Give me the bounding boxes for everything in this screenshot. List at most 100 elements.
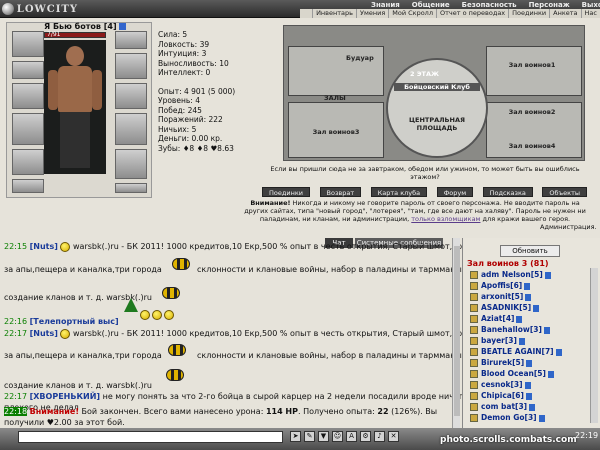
submenu-inventory[interactable]: Инвентарь bbox=[312, 9, 356, 18]
map-hall4[interactable]: Зал воинов4 bbox=[484, 142, 580, 150]
info-icon[interactable] bbox=[524, 282, 531, 290]
menu-knowledge[interactable]: Знания bbox=[365, 1, 406, 9]
return-button[interactable]: Возврат bbox=[319, 187, 362, 197]
menu-social[interactable]: Общение bbox=[406, 1, 456, 9]
message-nick[interactable]: [Телепортный выс] bbox=[30, 317, 119, 326]
player-item[interactable]: adm Nelson[5] bbox=[470, 270, 551, 279]
player-item[interactable]: Banehallow[3] bbox=[470, 325, 550, 334]
player-name[interactable]: BEATLE AGAIN[7] bbox=[481, 347, 554, 356]
info-icon[interactable] bbox=[529, 403, 536, 411]
player-item[interactable]: Blood Ocean[5] bbox=[470, 369, 554, 378]
info-icon[interactable] bbox=[538, 414, 545, 422]
player-name[interactable]: cesnok[3] bbox=[481, 380, 523, 389]
player-name[interactable]: Birurek[5] bbox=[481, 358, 524, 367]
armor-slot[interactable] bbox=[12, 149, 44, 175]
player-name[interactable]: ASADNIK[5] bbox=[481, 303, 531, 312]
player-name[interactable]: Blood Ocean[5] bbox=[481, 369, 546, 378]
submenu-scroll[interactable]: Мой Скролл bbox=[388, 9, 436, 18]
submenu-skills[interactable]: Умения bbox=[355, 9, 388, 18]
map-buduar[interactable]: Будуар bbox=[346, 54, 374, 62]
player-item[interactable]: Apoffis[6] bbox=[470, 281, 531, 290]
scrollbar-thumb[interactable] bbox=[454, 246, 460, 416]
info-icon[interactable] bbox=[526, 359, 533, 367]
chat-scrollbar[interactable] bbox=[452, 238, 460, 428]
info-icon[interactable] bbox=[516, 315, 523, 323]
helmet-slot[interactable] bbox=[12, 31, 44, 57]
message-time[interactable]: 22:15 bbox=[4, 242, 27, 251]
menu-exit[interactable]: Выход bbox=[576, 1, 600, 9]
player-item[interactable]: Birurek[5] bbox=[470, 358, 533, 367]
earring-slot[interactable] bbox=[12, 61, 44, 79]
pants-slot[interactable] bbox=[115, 149, 147, 179]
player-item[interactable]: bayer[3] bbox=[470, 336, 525, 345]
info-icon[interactable] bbox=[533, 304, 540, 312]
info-icon[interactable] bbox=[547, 370, 554, 378]
info-icon[interactable] bbox=[525, 293, 532, 301]
player-item[interactable]: arxonit[5] bbox=[470, 292, 532, 301]
player-name[interactable]: Aziat[4] bbox=[481, 314, 514, 323]
map-hall1[interactable]: Зал воинов1 bbox=[484, 61, 580, 69]
hackers-link[interactable]: только взломщикам bbox=[411, 215, 480, 223]
exit-icon[interactable]: ✕ bbox=[388, 431, 399, 442]
forum-button[interactable]: Форум bbox=[436, 187, 474, 197]
player-item[interactable]: Aziat[4] bbox=[470, 314, 523, 323]
offhand-slot[interactable] bbox=[115, 113, 147, 145]
weapon-slot[interactable] bbox=[12, 113, 44, 145]
translit-icon[interactable]: А bbox=[346, 431, 357, 442]
belt-slot[interactable] bbox=[12, 179, 44, 193]
chat-input[interactable] bbox=[18, 431, 283, 443]
smiles-icon[interactable]: ☺ bbox=[332, 431, 343, 442]
hint-button[interactable]: Подсказка bbox=[482, 187, 533, 197]
player-item[interactable]: ASADNIK[5] bbox=[470, 303, 540, 312]
map-hall3[interactable]: Зал воинов3 bbox=[288, 128, 384, 136]
player-item[interactable]: cesnok[3] bbox=[470, 380, 531, 389]
player-item[interactable]: com bat[3] bbox=[470, 402, 536, 411]
filter-icon[interactable]: ▼ bbox=[318, 431, 329, 442]
info-icon[interactable] bbox=[543, 326, 550, 334]
message-time[interactable]: 22:17 bbox=[4, 329, 27, 338]
gloves-slot[interactable] bbox=[115, 31, 147, 49]
message-time[interactable]: 22:16 bbox=[4, 317, 27, 326]
message-nick[interactable]: [Nuts] bbox=[30, 329, 58, 338]
player-name[interactable]: adm Nelson[5] bbox=[481, 270, 543, 279]
settings-icon[interactable]: ⚙ bbox=[360, 431, 371, 442]
map-hall2[interactable]: Зал воинов2 bbox=[484, 108, 580, 116]
menu-security[interactable]: Безопасность bbox=[456, 1, 523, 9]
player-name[interactable]: com bat[3] bbox=[481, 402, 527, 411]
info-icon[interactable] bbox=[518, 337, 525, 345]
submenu-duels[interactable]: Поединки bbox=[508, 9, 549, 18]
player-item[interactable]: Chipica[6] bbox=[470, 391, 532, 400]
player-name[interactable]: Banehallow[3] bbox=[481, 325, 542, 334]
message-time[interactable]: 22:17 bbox=[4, 392, 27, 401]
player-name[interactable]: bayer[3] bbox=[481, 336, 517, 345]
character-name[interactable]: Я Бью ботов [4] bbox=[44, 22, 127, 31]
info-icon[interactable] bbox=[524, 381, 531, 389]
player-name[interactable]: Demon Go[3] bbox=[481, 413, 537, 422]
bracer-slot[interactable] bbox=[115, 53, 147, 79]
player-name[interactable]: Apoffis[6] bbox=[481, 281, 522, 290]
duels-button[interactable]: Поединки bbox=[262, 187, 310, 197]
sound-icon[interactable]: ♪ bbox=[374, 431, 385, 442]
player-item[interactable]: BEATLE AGAIN[7] bbox=[470, 347, 562, 356]
info-icon[interactable] bbox=[119, 23, 127, 30]
submenu-transfers[interactable]: Отчет о переводах bbox=[436, 9, 508, 18]
objects-button[interactable]: Объекты bbox=[542, 187, 587, 197]
necklace-slot[interactable] bbox=[12, 83, 44, 109]
boots-slot[interactable] bbox=[115, 183, 147, 193]
send-icon[interactable]: ➤ bbox=[290, 431, 301, 442]
player-name[interactable]: arxonit[5] bbox=[481, 292, 523, 301]
player-name[interactable]: Chipica[6] bbox=[481, 391, 524, 400]
room-scrollbar[interactable] bbox=[590, 268, 598, 423]
info-icon[interactable] bbox=[544, 271, 551, 279]
refresh-button[interactable]: Обновить bbox=[500, 245, 560, 257]
map-floor[interactable]: 2 ЭТАЖ bbox=[410, 70, 439, 78]
clear-icon[interactable]: ✎ bbox=[304, 431, 315, 442]
info-icon[interactable] bbox=[555, 348, 562, 356]
club-map-button[interactable]: Карта клуба bbox=[370, 187, 428, 197]
player-item[interactable]: Demon Go[3] bbox=[470, 413, 545, 422]
shield-slot[interactable] bbox=[115, 83, 147, 109]
message-nick[interactable]: [Nuts] bbox=[30, 242, 58, 251]
submenu-settings[interactable]: Нас bbox=[580, 9, 600, 18]
message-nick[interactable]: [ХВОРЕНЬКИЙ] bbox=[30, 392, 100, 401]
message-time[interactable]: 22:18 bbox=[4, 407, 28, 416]
